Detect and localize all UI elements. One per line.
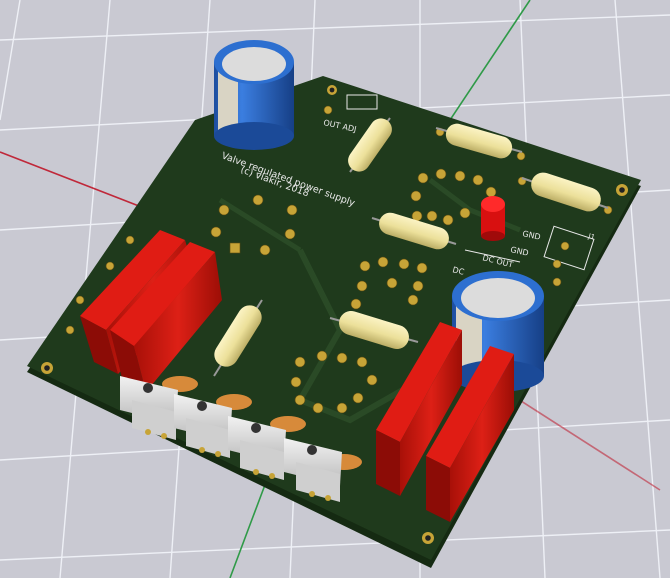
led-icon (481, 196, 505, 241)
3d-viewer-canvas[interactable]: Valve regulated power supply (c) vlakir,… (0, 0, 670, 578)
capacitor-icon (214, 40, 294, 150)
pcb-3d-scene: Valve regulated power supply (c) vlakir,… (0, 0, 670, 578)
